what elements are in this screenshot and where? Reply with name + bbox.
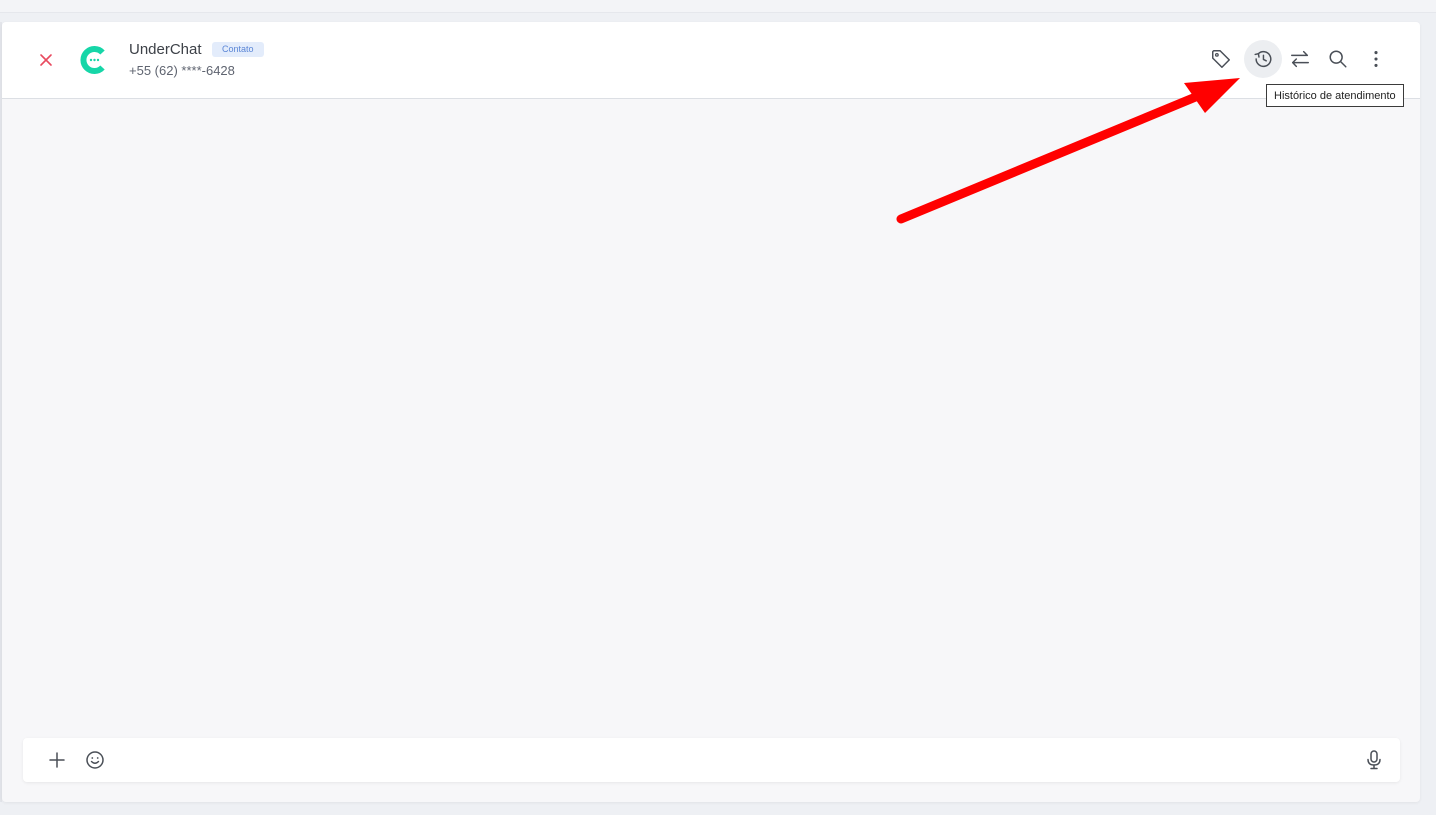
history-icon	[1254, 51, 1272, 68]
contact-name: UnderChat	[129, 41, 202, 58]
history-tooltip: Histórico de atendimento	[1266, 84, 1404, 107]
top-strip	[0, 0, 1436, 13]
search-button[interactable]	[1319, 40, 1357, 78]
avatar[interactable]	[78, 44, 110, 76]
chat-panel: UnderChat Contato +55 (62) ****-6428	[2, 22, 1420, 802]
contact-phone: +55 (62) ****-6428	[129, 63, 235, 78]
close-chat-button[interactable]	[36, 50, 56, 70]
message-area[interactable]	[2, 99, 1420, 729]
tags-button[interactable]	[1202, 40, 1240, 78]
more-options-button[interactable]	[1357, 40, 1395, 78]
voice-record-button[interactable]	[1363, 749, 1385, 771]
underchat-logo-icon	[80, 46, 105, 74]
more-vertical-icon	[1374, 51, 1378, 67]
tag-icon	[1212, 50, 1230, 68]
chat-header: UnderChat Contato +55 (62) ****-6428	[2, 22, 1420, 99]
microphone-icon	[1367, 750, 1381, 770]
transfer-button[interactable]	[1281, 40, 1319, 78]
emoji-button[interactable]	[84, 749, 106, 771]
close-icon	[40, 54, 52, 66]
message-input[interactable]	[117, 746, 1341, 776]
search-icon	[1329, 50, 1347, 68]
message-composer	[23, 738, 1400, 782]
transfer-icon	[1291, 50, 1309, 68]
plus-icon	[49, 752, 65, 768]
emoji-icon	[86, 751, 104, 769]
attach-button[interactable]	[46, 749, 68, 771]
history-button[interactable]	[1244, 40, 1282, 78]
contact-badge: Contato	[212, 42, 264, 57]
